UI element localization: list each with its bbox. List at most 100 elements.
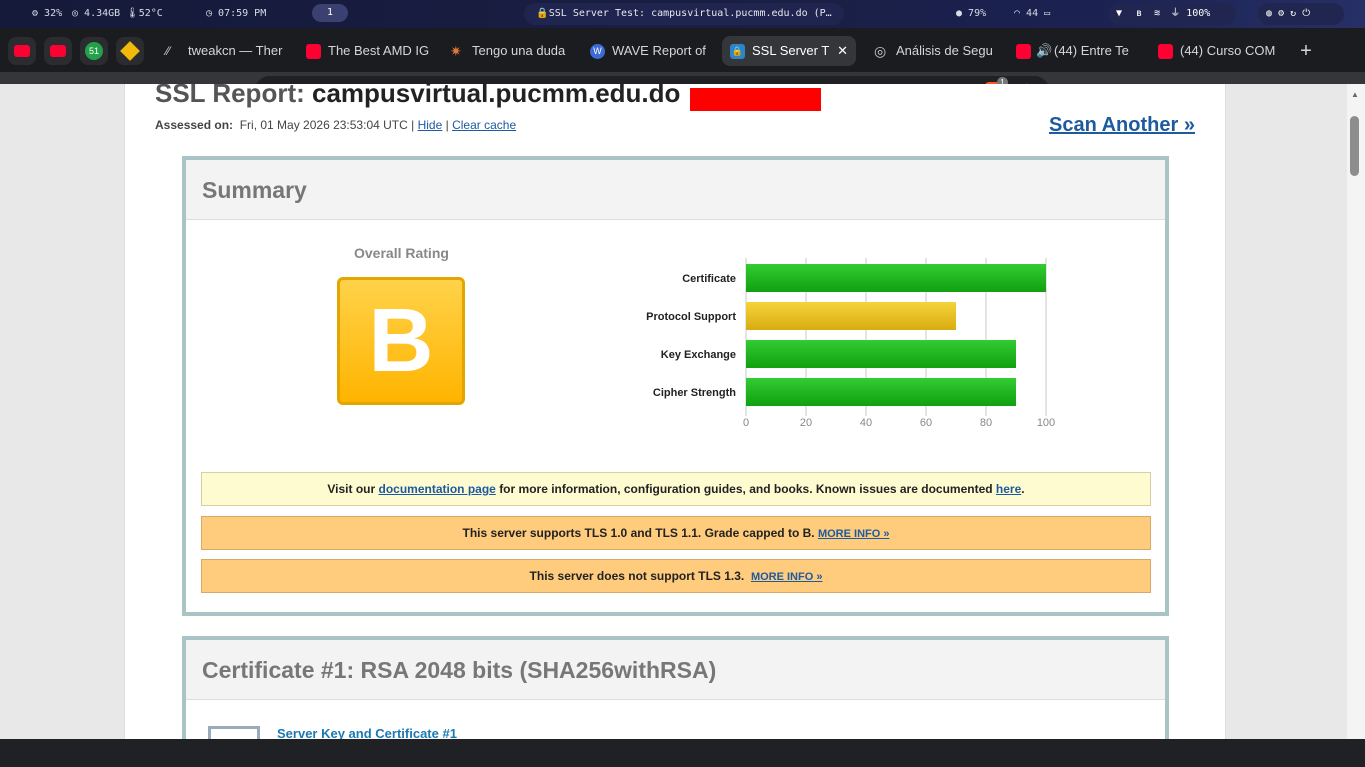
tab-tweakcn[interactable]: ⁄⁄ tweakcn — Ther bbox=[158, 36, 294, 66]
youtube-icon bbox=[1016, 44, 1031, 59]
chart-bar-cipher-strength bbox=[746, 378, 1016, 406]
brightness-indicator: ● 79% bbox=[956, 8, 987, 19]
certificate-section: Certificate #1: RSA 2048 bits (SHA256wit… bbox=[182, 636, 1169, 739]
page-scrollbar[interactable]: ▲ bbox=[1347, 84, 1365, 739]
page-viewport: SSL Report: campusvirtual.pucmm.edu.do A… bbox=[0, 84, 1347, 739]
active-window-title: 🔒SSL Server Test: campusvirtual.pucmm.ed… bbox=[524, 3, 844, 25]
plug-icon: ⏚ bbox=[1170, 8, 1181, 19]
scan-another-link[interactable]: Scan Another » bbox=[1049, 114, 1195, 137]
tab-label: Análisis de Segu bbox=[896, 43, 992, 58]
tab-curso[interactable]: (44) Curso COM bbox=[1150, 36, 1284, 66]
session-pill[interactable]: ◍ ⚙ ↻ ⏻ bbox=[1258, 3, 1344, 25]
scrollbar-thumb[interactable] bbox=[1350, 116, 1359, 176]
server-key-link[interactable]: Server Key and Certificate #1 bbox=[277, 726, 457, 739]
tls-old-warning: This server supports TLS 1.0 and TLS 1.1… bbox=[201, 516, 1151, 550]
doc-prefix: Visit our bbox=[327, 482, 376, 496]
tab-label: WAVE Report of bbox=[612, 43, 706, 58]
tab-strip: 51 ⁄⁄ tweakcn — Ther The Best AMD IG ✷ Ten… bbox=[0, 28, 1365, 72]
cpu-value: 32% bbox=[44, 8, 63, 19]
ssllabs-icon: 🔒 bbox=[730, 44, 745, 59]
tls13-text: This server does not support TLS 1.3. bbox=[529, 569, 745, 583]
certificate-icon bbox=[208, 726, 260, 739]
cpu-indicator: ⚙ 32% bbox=[32, 8, 63, 19]
chart-tick-label: 20 bbox=[800, 417, 812, 429]
scroll-up-icon[interactable]: ▲ bbox=[1351, 90, 1359, 99]
window-title-text: SSL Server Test: campusvirtual.pucmm.edu… bbox=[548, 8, 832, 19]
youtube-icon bbox=[50, 45, 66, 57]
tls-old-text: This server supports TLS 1.0 and TLS 1.1… bbox=[462, 526, 815, 540]
pinned-tab-binance[interactable] bbox=[116, 37, 144, 65]
chart-category-label: Protocol Support bbox=[646, 311, 736, 323]
chart-category-label: Certificate bbox=[682, 273, 736, 285]
temperature-value: 52°C bbox=[138, 8, 163, 19]
tls-old-more-info-link[interactable]: MORE INFO » bbox=[818, 528, 890, 540]
tab-label: SSL Server T bbox=[752, 43, 830, 58]
brightness-value: 79% bbox=[968, 8, 987, 19]
page-title: SSL Report: campusvirtual.pucmm.edu.do bbox=[155, 84, 680, 109]
tab-ssl-server-test[interactable]: 🔒 SSL Server T ✕ bbox=[722, 36, 856, 66]
summary-heading: Summary bbox=[186, 160, 1165, 220]
workspace-indicator[interactable]: 1 bbox=[312, 4, 348, 22]
tweakcn-icon: ⁄⁄ bbox=[166, 44, 171, 58]
new-tab-button[interactable]: + bbox=[1292, 36, 1320, 66]
claude-icon: ✷ bbox=[450, 43, 462, 59]
memory-indicator: ◎ 4.34GB bbox=[72, 8, 121, 19]
chart-tick-label: 0 bbox=[743, 417, 749, 429]
chart-tick-label: 80 bbox=[980, 417, 992, 429]
tab-label: The Best AMD IG bbox=[328, 43, 430, 58]
close-tab-icon[interactable]: ✕ bbox=[837, 36, 848, 66]
pinned-tab-whatsapp[interactable]: 51 bbox=[80, 37, 108, 65]
tab-amd[interactable]: The Best AMD IG bbox=[298, 36, 440, 66]
chart-tick-label: 40 bbox=[860, 417, 872, 429]
chart-bar-key-exchange bbox=[746, 340, 1016, 368]
assessed-date: Fri, 01 May 2026 23:53:04 UTC | bbox=[239, 118, 415, 132]
title-prefix: SSL Report: bbox=[155, 84, 305, 108]
wave-icon: W bbox=[590, 44, 605, 59]
rating-bar-chart: Certificate Protocol Support Key Exchange C… bbox=[646, 258, 1055, 429]
clock-value: 07:59 PM bbox=[218, 8, 267, 19]
report-page: SSL Report: campusvirtual.pucmm.edu.do A… bbox=[124, 84, 1226, 739]
redaction-mark bbox=[690, 88, 821, 111]
lock-icon: ◍ bbox=[1266, 8, 1273, 19]
binance-icon bbox=[120, 41, 140, 61]
wifi-icon: ▼ bbox=[1116, 8, 1123, 19]
documentation-link[interactable]: documentation page bbox=[379, 482, 496, 496]
chart-tick-label: 60 bbox=[920, 417, 932, 429]
clear-cache-link[interactable]: Clear cache bbox=[452, 118, 516, 132]
tab-label: Tengo una duda bbox=[472, 43, 566, 58]
documentation-notice: Visit our documentation page for more in… bbox=[201, 472, 1151, 506]
memory-value: 4.34GB bbox=[84, 8, 121, 19]
known-issues-link[interactable]: here bbox=[996, 482, 1021, 496]
tls13-warning: This server does not support TLS 1.3. MO… bbox=[201, 559, 1151, 593]
doc-end: . bbox=[1021, 482, 1025, 496]
tab-label: tweakcn — Ther bbox=[188, 43, 283, 58]
refresh-icon: ↻ bbox=[1290, 8, 1297, 19]
chart-tick-label: 100 bbox=[1037, 417, 1055, 429]
youtube-icon bbox=[1158, 44, 1173, 59]
link-separator: | bbox=[445, 118, 449, 132]
tab-duda[interactable]: ✷ Tengo una duda bbox=[442, 36, 576, 66]
chart-category-label: Key Exchange bbox=[661, 349, 736, 361]
pinned-tab-youtube-1[interactable] bbox=[8, 37, 36, 65]
pinned-tab-youtube-2[interactable] bbox=[44, 37, 72, 65]
chart-bar-certificate bbox=[746, 264, 1046, 292]
power-icon: ⏻ bbox=[1302, 8, 1311, 19]
hide-link[interactable]: Hide bbox=[418, 118, 443, 132]
clock: ◷ 07:59 PM bbox=[206, 8, 267, 19]
audio-icon[interactable]: 🔊 bbox=[1036, 36, 1052, 66]
tray-pill[interactable]: ▼ ʙ ≋ ⏚ 100% bbox=[1108, 3, 1236, 25]
tab-wave[interactable]: W WAVE Report of bbox=[582, 36, 716, 66]
settings-icon: ⚙ bbox=[1278, 8, 1285, 19]
tab-label: (44) Entre Te bbox=[1054, 43, 1129, 58]
tab-analisis[interactable]: ◎ Análisis de Segu bbox=[866, 36, 1000, 66]
volume-value: 44 bbox=[1026, 8, 1039, 19]
battery-value: 100% bbox=[1186, 8, 1211, 19]
tls13-more-info-link[interactable]: MORE INFO » bbox=[751, 571, 823, 583]
summary-section: Summary Overall Rating B Certificate Prot… bbox=[182, 156, 1169, 616]
temperature-indicator: 🌡52°C bbox=[126, 8, 163, 19]
tab-entre-te[interactable]: 🔊 (44) Entre Te bbox=[1008, 36, 1146, 66]
chart-bar-protocol-support bbox=[746, 302, 956, 330]
chart-category-label: Cipher Strength bbox=[653, 387, 736, 399]
whatsapp-icon: 51 bbox=[85, 42, 103, 60]
volume-indicator: ◠ 44 ▭ bbox=[1014, 8, 1051, 19]
